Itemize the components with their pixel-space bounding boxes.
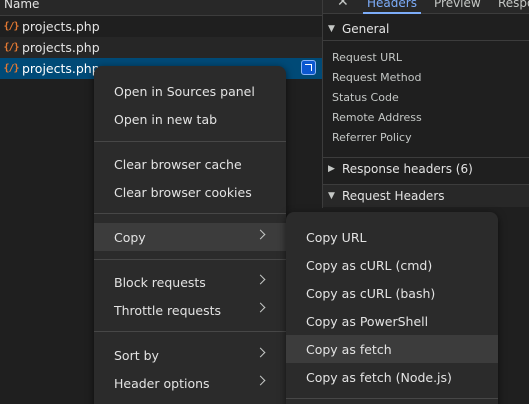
menu-item-label: Header options	[114, 375, 210, 391]
menu-item-label: Block requests	[114, 274, 206, 290]
menu-item-label: Copy as fetch	[306, 341, 392, 357]
tab-preview[interactable]: Preview	[434, 0, 481, 10]
menu-item-label: Clear browser cache	[114, 156, 242, 172]
menu-item-copy-fetch-node[interactable]: Copy as fetch (Node.js)	[286, 363, 498, 391]
section-general[interactable]: ▼ General	[323, 18, 529, 41]
menu-item-copy-url[interactable]: Copy URL	[286, 223, 498, 251]
collapsed-triangle-icon: ▶	[328, 164, 335, 174]
expanded-triangle-icon: ▼	[328, 24, 335, 34]
section-request-headers[interactable]: ▼ Request Headers	[323, 184, 529, 207]
request-details-panel: ✕ Headers Preview Respo ▼ General Reques…	[322, 0, 529, 208]
request-name: projects.php	[22, 61, 100, 76]
chevron-right-icon	[255, 347, 266, 358]
menu-item-copy-curl-cmd[interactable]: Copy as cURL (cmd)	[286, 251, 498, 279]
expanded-triangle-icon: ▼	[328, 191, 335, 201]
menu-item-copy-powershell[interactable]: Copy as PowerShell	[286, 307, 498, 335]
menu-item-copy-fetch[interactable]: Copy as fetch	[286, 335, 498, 363]
request-name: projects.php	[22, 19, 100, 34]
context-menu: Open in Sources panel Open in new tab Cl…	[94, 66, 286, 404]
request-row[interactable]: {/} projects.php	[0, 16, 322, 37]
menu-item-label: Copy as PowerShell	[306, 313, 429, 329]
menu-item-label: Open in new tab	[114, 111, 218, 127]
general-key-status-code: Status Code	[332, 91, 399, 104]
menu-item-clear-cookies[interactable]: Clear browser cookies	[94, 178, 286, 206]
section-response-headers[interactable]: ▶ Response headers (6)	[323, 157, 529, 180]
tab-response[interactable]: Respo	[498, 0, 529, 10]
menu-item-copy-curl-bash[interactable]: Copy as cURL (bash)	[286, 279, 498, 307]
section-general-title: General	[342, 22, 390, 36]
menu-item-label: Sort by	[114, 347, 159, 363]
menu-item-label: Copy	[114, 229, 146, 245]
menu-item-header-options[interactable]: Header options	[94, 369, 286, 397]
request-name: projects.php	[22, 40, 100, 55]
menu-item-throttle-requests[interactable]: Throttle requests	[94, 296, 286, 324]
menu-item-label: Copy URL	[306, 229, 367, 245]
menu-separator	[94, 141, 286, 142]
menu-item-label: Copy as fetch (Node.js)	[306, 369, 452, 385]
details-tab-bar: ✕ Headers Preview Respo	[323, 0, 529, 14]
menu-item-label: Open in Sources panel	[114, 83, 255, 99]
open-external-icon[interactable]	[301, 60, 316, 75]
menu-item-label: Copy as cURL (cmd)	[306, 257, 433, 273]
chevron-right-icon	[255, 375, 266, 386]
general-key-referrer-policy: Referrer Policy	[332, 131, 412, 144]
menu-item-block-requests[interactable]: Block requests	[94, 268, 286, 296]
general-key-remote-address: Remote Address	[332, 111, 422, 124]
menu-separator	[94, 213, 286, 214]
chevron-right-icon	[255, 229, 266, 240]
menu-item-label: Clear browser cookies	[114, 184, 252, 200]
menu-item-open-in-sources[interactable]: Open in Sources panel	[94, 77, 286, 105]
column-header-name[interactable]: Name	[0, 0, 322, 16]
menu-item-label: Copy as cURL (bash)	[306, 285, 436, 301]
chevron-right-icon	[255, 302, 266, 313]
section-request-headers-title: Request Headers	[342, 189, 445, 203]
php-file-icon: {/}	[3, 63, 19, 74]
column-header-label: Name	[4, 0, 40, 11]
php-file-icon: {/}	[3, 21, 19, 32]
general-key-request-method: Request Method	[332, 71, 422, 84]
menu-item-label: Throttle requests	[114, 302, 222, 318]
tab-headers[interactable]: Headers	[363, 0, 421, 14]
copy-submenu: Copy URL Copy as cURL (cmd) Copy as cURL…	[286, 212, 498, 404]
menu-item-open-in-new-tab[interactable]: Open in new tab	[94, 105, 286, 133]
section-response-headers-title: Response headers (6)	[342, 162, 473, 176]
menu-separator	[94, 259, 286, 260]
close-icon[interactable]: ✕	[337, 0, 349, 10]
menu-item-clear-cache[interactable]: Clear browser cache	[94, 150, 286, 178]
php-file-icon: {/}	[3, 42, 19, 53]
general-key-request-url: Request URL	[332, 51, 403, 64]
menu-item-sort-by[interactable]: Sort by	[94, 341, 286, 369]
menu-separator	[286, 398, 498, 399]
menu-item-copy[interactable]: Copy	[94, 223, 286, 251]
chevron-right-icon	[255, 274, 266, 285]
menu-separator	[94, 331, 286, 332]
request-row[interactable]: {/} projects.php	[0, 37, 322, 58]
devtools-network-panel: Name {/} projects.php {/} projects.php {…	[0, 0, 529, 404]
